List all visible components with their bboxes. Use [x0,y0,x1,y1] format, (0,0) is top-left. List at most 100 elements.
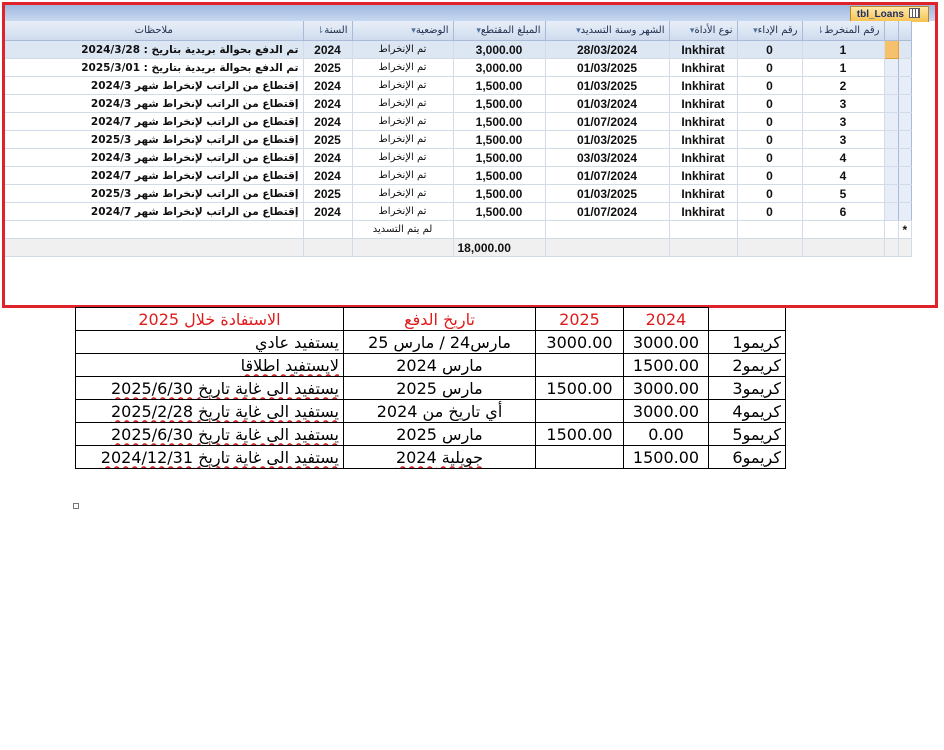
cell-note[interactable]: إقتطاع من الراتب لإنخراط شهر 2024/3 [5,76,304,95]
column-header[interactable]: ▾رقم الإداء [737,21,803,41]
record-selector[interactable] [884,112,899,131]
cell-amount[interactable]: 3,000.00 [453,40,546,59]
column-header[interactable]: ⇂رقم المنخرط [802,21,885,41]
table-row[interactable]: إقتطاع من الراتب لإنخراط شهر 2025/3 2025 ت… [5,130,913,149]
table-row[interactable]: إقتطاع من الراتب لإنخراط شهر 2024/3 2024 ت… [5,94,913,113]
cell-note[interactable]: إقتطاع من الراتب لإنخراط شهر 2025/3 [5,130,304,149]
table-row[interactable]: إقتطاع من الراتب لإنخراط شهر 2025/3 2025 ت… [5,184,913,203]
table-row[interactable]: تم الدفع بحوالة بريدية بتاريخ : 2024/3/2… [5,40,913,59]
cell-type[interactable]: Inkhirat [669,184,738,203]
cell-status[interactable]: تم الإنخراط [352,166,454,185]
cell-member-number[interactable]: 1 [802,58,885,77]
cell-date[interactable]: 01/07/2024 [545,202,670,221]
empty-cell[interactable] [737,220,803,239]
cell-year[interactable]: 2025 [303,130,353,149]
record-selector[interactable] [884,130,899,149]
cell-year[interactable]: 2025 [303,184,353,203]
cell-note[interactable]: إقتطاع من الراتب لإنخراط شهر 2024/7 [5,112,304,131]
cell-date[interactable]: 01/07/2024 [545,166,670,185]
cell-member-number[interactable]: 4 [802,166,885,185]
cell-type[interactable]: Inkhirat [669,202,738,221]
cell-year[interactable]: 2024 [303,40,353,59]
cell-status[interactable]: تم الإنخراط [352,112,454,131]
sort-ascending-icon[interactable]: ⇂ [817,26,825,36]
cell-note[interactable]: تم الدفع بحوالة بريدية بتاريخ : 2024/3/2… [5,40,304,59]
cell-member-number[interactable]: 2 [802,76,885,95]
cell-amount[interactable]: 1,500.00 [453,130,546,149]
cell-member-number[interactable]: 5 [802,184,885,203]
cell-type[interactable]: Inkhirat [669,166,738,185]
cell-payment-number[interactable]: 0 [737,58,803,77]
cell-year[interactable]: 2024 [303,76,353,95]
cell-year[interactable]: 2024 [303,202,353,221]
record-selector-header[interactable] [884,21,899,41]
empty-cell[interactable] [669,220,738,239]
empty-cell[interactable] [884,220,899,239]
table-row[interactable]: إقتطاع من الراتب لإنخراط شهر 2024/7 2024 ت… [5,112,913,131]
dropdown-arrow-icon[interactable]: ▾ [690,26,695,36]
cell-note[interactable]: إقتطاع من الراتب لإنخراط شهر 2024/7 [5,166,304,185]
cell-payment-number[interactable]: 0 [737,130,803,149]
table-row[interactable]: إقتطاع من الراتب لإنخراط شهر 2024/3 2024 ت… [5,76,913,95]
cell-payment-number[interactable]: 0 [737,94,803,113]
empty-cell[interactable] [303,220,353,239]
cell-date[interactable]: 03/03/2024 [545,148,670,167]
cell-status[interactable]: تم الإنخراط [352,94,454,113]
cell-member-number[interactable]: 3 [802,94,885,113]
column-header[interactable]: ▾الوضعية [352,21,454,41]
cell-amount[interactable]: 1,500.00 [453,76,546,95]
table-row[interactable]: إقتطاع من الراتب لإنخراط شهر 2024/3 2024 ت… [5,148,913,167]
empty-cell[interactable] [453,220,546,239]
sort-ascending-icon[interactable]: ⇂ [317,26,325,36]
cell-amount[interactable]: 1,500.00 [453,202,546,221]
cell-amount[interactable]: 1,500.00 [453,112,546,131]
cell-payment-number[interactable]: 0 [737,76,803,95]
table-anchor-handle[interactable] [73,503,79,509]
cell-status[interactable]: تم الإنخراط [352,202,454,221]
cell-year[interactable]: 2025 [303,58,353,77]
cell-year[interactable]: 2024 [303,94,353,113]
empty-cell[interactable] [545,220,670,239]
cell-note[interactable]: إقتطاع من الراتب لإنخراط شهر 2024/3 [5,94,304,113]
cell-date[interactable]: 01/03/2025 [545,76,670,95]
column-header[interactable]: ▾المبلغ المقتطع [453,21,546,41]
cell-payment-number[interactable]: 0 [737,184,803,203]
cell-date[interactable]: 01/03/2025 [545,184,670,203]
cell-status[interactable]: تم الإنخراط [352,148,454,167]
cell-type[interactable]: Inkhirat [669,94,738,113]
cell-note[interactable]: إقتطاع من الراتب لإنخراط شهر 2024/3 [5,148,304,167]
cell-date[interactable]: 01/03/2025 [545,58,670,77]
cell-payment-number[interactable]: 0 [737,148,803,167]
cell-type[interactable]: Inkhirat [669,76,738,95]
cell-date[interactable]: 01/03/2024 [545,94,670,113]
cell-year[interactable]: 2024 [303,166,353,185]
cell-amount[interactable]: 3,000.00 [453,58,546,77]
table-row[interactable]: إقتطاع من الراتب لإنخراط شهر 2024/7 2024 ت… [5,202,913,221]
cell-status[interactable]: تم الإنخراط [352,130,454,149]
dropdown-arrow-icon[interactable]: ▾ [753,26,758,36]
record-selector[interactable] [884,148,899,167]
cell-type[interactable]: Inkhirat [669,58,738,77]
cell-year[interactable]: 2024 [303,148,353,167]
cell-type[interactable]: Inkhirat [669,130,738,149]
record-selector[interactable] [884,166,899,185]
cell-status[interactable]: تم الإنخراط [352,40,454,59]
cell-year[interactable]: 2024 [303,112,353,131]
new-record-row[interactable]: لم يتم التسديد * [5,220,913,239]
cell-payment-number[interactable]: 0 [737,166,803,185]
cell-status[interactable]: تم الإنخراط [352,58,454,77]
record-selector[interactable] [884,184,899,203]
empty-cell[interactable] [802,220,885,239]
tab-tbl-loans[interactable]: tbl_Loans [849,6,929,22]
dropdown-arrow-icon[interactable]: ▾ [411,26,416,36]
dropdown-arrow-icon[interactable]: ▾ [576,26,581,36]
cell-date[interactable]: 01/03/2025 [545,130,670,149]
cell-payment-number[interactable]: 0 [737,112,803,131]
column-header[interactable]: ملاحظات [5,21,304,41]
record-selector[interactable] [884,94,899,113]
cell-amount[interactable]: 1,500.00 [453,184,546,203]
cell-amount[interactable]: 1,500.00 [453,148,546,167]
column-header[interactable]: ▾الشهر وسنة التسديد [545,21,670,41]
cell-type[interactable]: Inkhirat [669,148,738,167]
record-selector[interactable] [884,58,899,77]
